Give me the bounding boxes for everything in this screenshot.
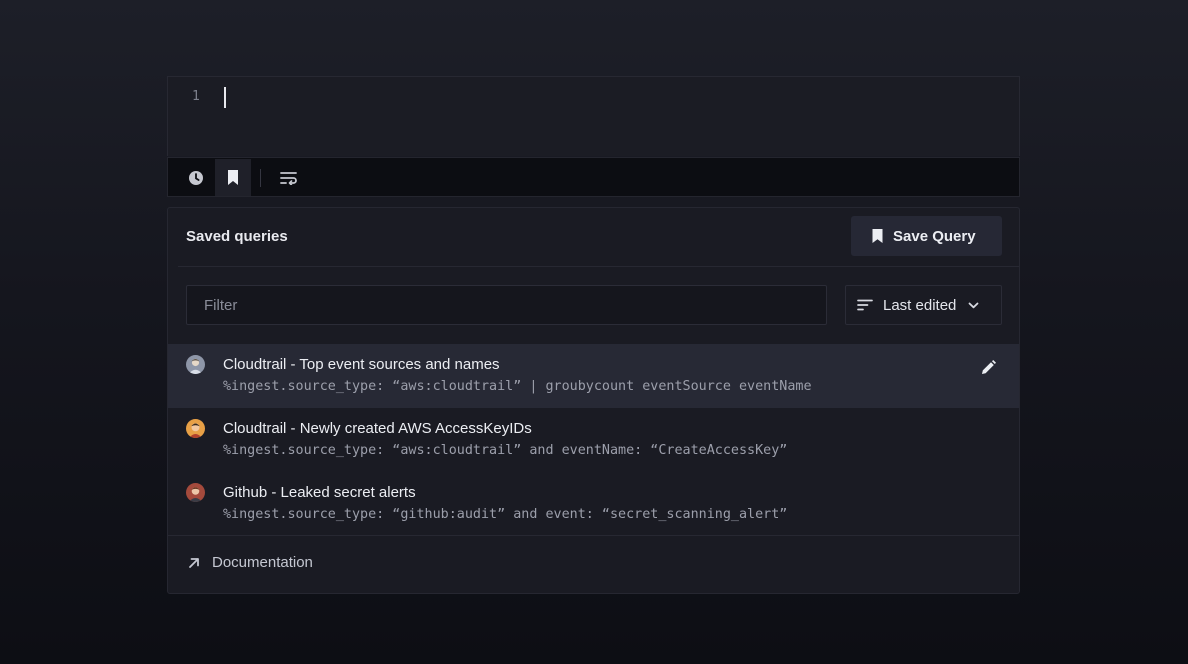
avatar-icon <box>186 483 205 502</box>
wrap-text-button[interactable] <box>270 159 306 196</box>
chevron-down-icon <box>968 302 979 309</box>
avatar <box>186 355 205 374</box>
bookmark-icon <box>228 170 238 185</box>
saved-query-item[interactable]: Github - Leaked secret alerts %ingest.so… <box>168 472 1019 536</box>
query-title: Cloudtrail - Newly created AWS AccessKey… <box>223 420 532 437</box>
panel-title: Saved queries <box>186 228 288 245</box>
save-query-button[interactable]: Save Query <box>851 216 1002 256</box>
saved-query-list: Cloudtrail - Top event sources and names… <box>168 344 1019 536</box>
query-title: Github - Leaked secret alerts <box>223 484 416 501</box>
sort-dropdown[interactable]: Last edited <box>845 285 1002 325</box>
text-cursor <box>224 87 226 108</box>
saved-queries-button[interactable] <box>215 159 251 196</box>
query-code: %ingest.source_type: “aws:cloudtrail” | … <box>223 379 812 394</box>
filter-input[interactable] <box>186 285 827 325</box>
bookmark-icon <box>872 229 883 243</box>
query-code: %ingest.source_type: “github:audit” and … <box>223 507 788 522</box>
history-button[interactable] <box>178 159 214 196</box>
saved-query-item[interactable]: Cloudtrail - Top event sources and names… <box>168 344 1019 408</box>
avatar <box>186 483 205 502</box>
documentation-label: Documentation <box>212 554 313 571</box>
pencil-icon <box>981 359 996 374</box>
sort-icon <box>857 299 873 311</box>
wrap-text-icon <box>279 171 297 185</box>
query-editor[interactable]: 1 <box>167 76 1020 156</box>
arrow-up-right-icon <box>189 557 199 568</box>
saved-queries-panel: Saved queries Save Query Last edited <box>167 207 1020 594</box>
documentation-link[interactable]: Documentation <box>188 554 313 571</box>
footer-divider <box>168 535 1019 536</box>
sort-label: Last edited <box>883 296 957 314</box>
header-divider <box>178 266 1019 267</box>
editor-toolbar <box>167 157 1020 197</box>
avatar-icon <box>186 419 205 438</box>
toolbar-divider <box>260 169 261 187</box>
query-code: %ingest.source_type: “aws:cloudtrail” an… <box>223 443 788 458</box>
query-title: Cloudtrail - Top event sources and names <box>223 356 500 373</box>
line-number: 1 <box>192 89 200 104</box>
avatar-icon <box>186 355 205 374</box>
saved-query-item[interactable]: Cloudtrail - Newly created AWS AccessKey… <box>168 408 1019 472</box>
edit-query-button[interactable] <box>979 358 997 376</box>
clock-icon <box>189 170 203 185</box>
save-query-label: Save Query <box>893 227 976 245</box>
avatar <box>186 419 205 438</box>
